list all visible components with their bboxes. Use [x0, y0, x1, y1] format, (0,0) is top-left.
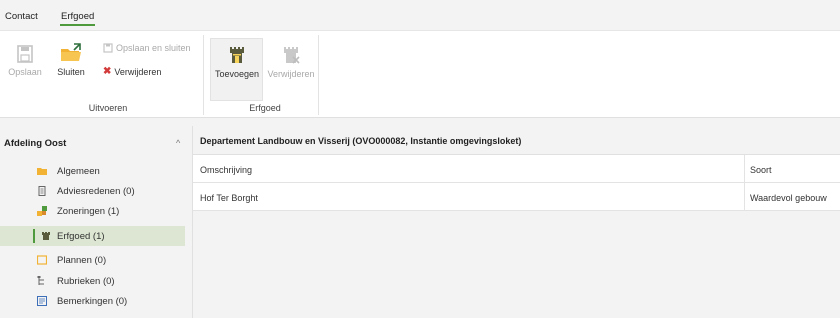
sluiten-label: Sluiten	[57, 67, 85, 77]
opslaan-en-sluiten-button[interactable]: Opslaan en sluiten	[103, 43, 191, 53]
page-title: Departement Landbouw en Visserij (OVO000…	[200, 136, 522, 146]
folder-icon	[37, 168, 47, 175]
sidebar-item-bemerkingen[interactable]: Bemerkingen (0)	[0, 291, 185, 311]
verwijderen-label: Verwijderen	[114, 66, 162, 77]
erfgoed-verwijderen-label: Verwijderen	[267, 69, 315, 79]
column-header-omschrijving[interactable]: Omschrijving	[200, 165, 252, 175]
ribbon-separator	[203, 35, 204, 115]
ribbon-tab-bar: Contact Erfgoed	[0, 0, 840, 30]
opslaan-button[interactable]: Opslaan	[8, 45, 42, 77]
castle-icon	[42, 232, 50, 240]
opslaan-label: Opslaan	[8, 67, 42, 77]
erfgoed-group-label: Erfgoed	[249, 103, 281, 113]
column-separator	[744, 183, 745, 211]
sidebar-item-label: Erfgoed (1)	[57, 231, 105, 242]
ribbon-separator	[318, 35, 319, 115]
sidebar-item-label: Plannen (0)	[57, 255, 107, 266]
table-row[interactable]: Hof Ter Borght Waardevol gebouw	[193, 183, 840, 211]
toevoegen-label: Toevoegen	[214, 69, 260, 79]
folder-close-icon	[61, 43, 81, 61]
save-icon	[17, 45, 33, 63]
plan-icon	[37, 255, 47, 265]
erfgoed-verwijderen-button[interactable]: Verwijderen	[265, 45, 317, 79]
delete-x-icon: ✖	[103, 66, 112, 77]
sidebar-item-erfgoed[interactable]: Erfgoed (1)	[0, 226, 185, 246]
cell-soort: Waardevol gebouw	[750, 193, 827, 203]
cell-omschrijving: Hof Ter Borght	[200, 193, 258, 203]
sidebar-title: Afdeling Oost	[4, 138, 67, 149]
sidebar-item-label: Algemeen	[57, 166, 100, 177]
document-icon	[38, 186, 46, 196]
save-close-icon	[103, 43, 113, 53]
tab-contact[interactable]: Contact	[5, 11, 38, 22]
castle-delete-icon	[284, 47, 300, 64]
column-header-soort[interactable]: Soort	[750, 165, 772, 175]
castle-add-icon	[230, 47, 244, 63]
collapse-chevron-icon[interactable]: ^	[176, 138, 180, 148]
sluiten-button[interactable]: Sluiten	[51, 43, 91, 77]
toevoegen-button[interactable]: Toevoegen	[212, 45, 262, 79]
verwijderen-button[interactable]: ✖ Verwijderen	[103, 66, 161, 77]
sidebar-item-label: Zoneringen (1)	[57, 206, 120, 217]
column-separator[interactable]	[744, 155, 745, 183]
uitvoeren-group-label: Uitvoeren	[88, 103, 128, 113]
active-indicator	[33, 229, 35, 243]
sidebar-item-zoneringen[interactable]: Zoneringen (1)	[0, 201, 185, 221]
tab-erfgoed[interactable]: Erfgoed	[59, 11, 96, 26]
hierarchy-icon	[37, 276, 44, 285]
ribbon: Opslaan Sluiten Opslaan en sluiten ✖ Ver…	[0, 30, 840, 118]
sidebar-item-label: Bemerkingen (0)	[57, 296, 128, 307]
notes-icon	[37, 296, 47, 306]
sidebar-item-label: Rubrieken (0)	[57, 276, 115, 287]
sidebar-item-algemeen[interactable]: Algemeen	[0, 161, 185, 181]
sidebar-item-plannen[interactable]: Plannen (0)	[0, 250, 185, 270]
sidebar-item-adviesredenen[interactable]: Adviesredenen (0)	[0, 181, 185, 201]
sidebar-item-rubrieken[interactable]: Rubrieken (0)	[0, 271, 185, 291]
opslaan-en-sluiten-label: Opslaan en sluiten	[116, 43, 191, 53]
zoning-icon	[37, 206, 47, 216]
grid-header-row: Omschrijving Soort	[193, 155, 840, 183]
sidebar-item-label: Adviesredenen (0)	[57, 186, 135, 197]
